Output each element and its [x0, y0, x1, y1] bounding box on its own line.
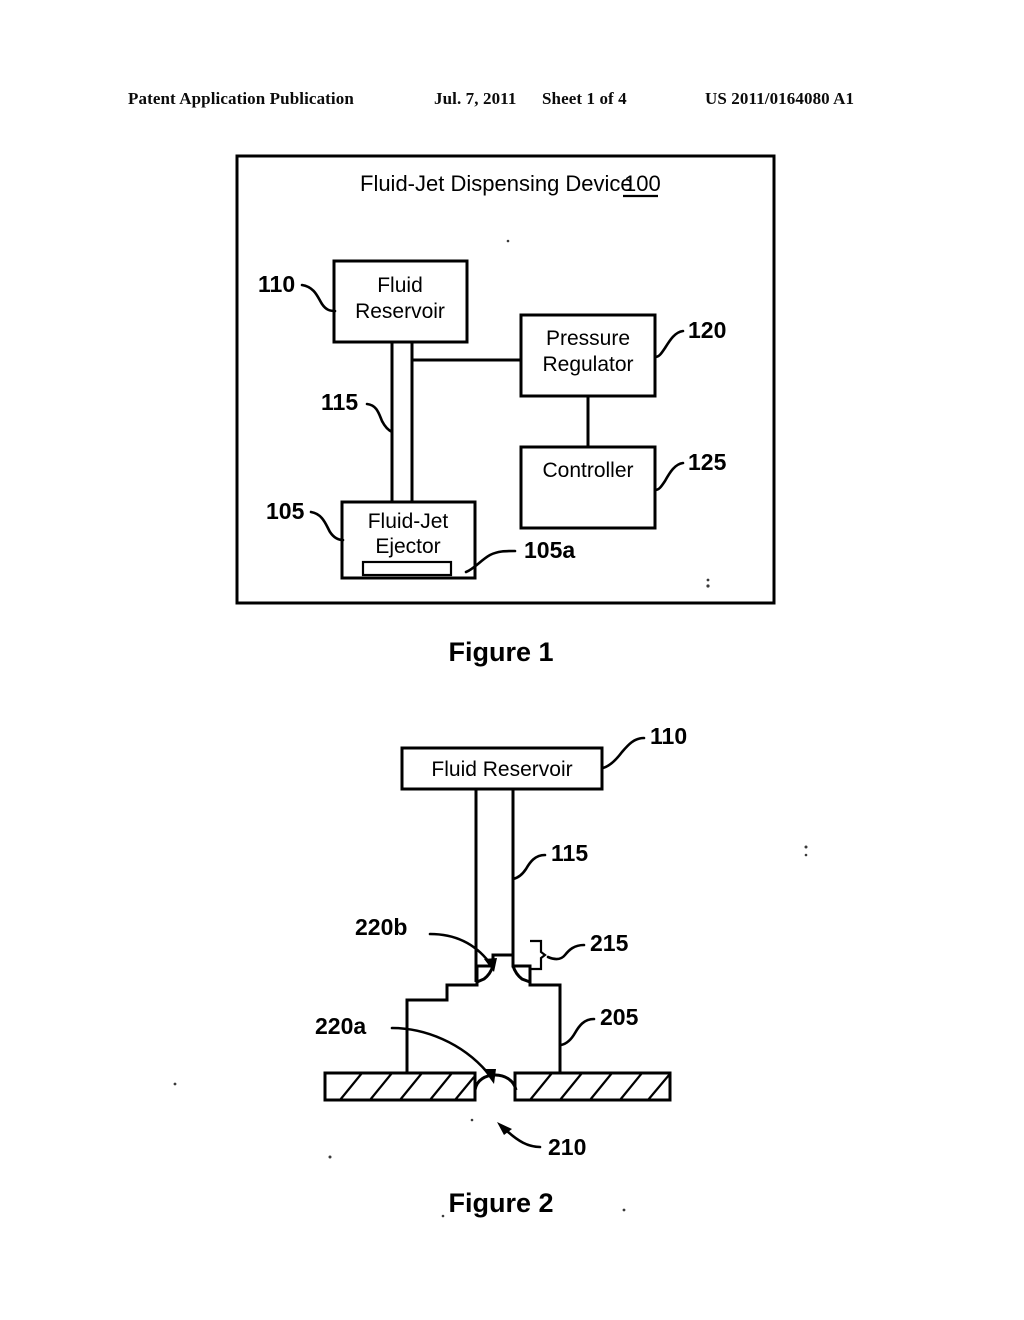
figures-canvas: Fluid-Jet Dispensing Device 100 Fluid Re…: [173, 154, 808, 1218]
figure1-ref-110-leader: [300, 283, 337, 313]
header-document-number-label: US 2011/0164080 A1: [705, 89, 855, 108]
figure2-scan-speck-b: [804, 853, 808, 857]
figure2-scan-speck-c: [173, 1082, 177, 1086]
figure2-ref-220b-arrowhead: [484, 958, 497, 972]
figure2-ref-220a-arrowhead: [483, 1069, 496, 1084]
figure2-fluid-reservoir-label: Fluid Reservoir: [431, 758, 572, 781]
figure1-fluid-jet-ejector-box: [340, 500, 477, 580]
figure-1-group: Fluid-Jet Dispensing Device 100 Fluid Re…: [235, 154, 776, 667]
figure1-scan-speck-b: [706, 578, 710, 582]
figure2-caption: Figure 2: [448, 1188, 553, 1218]
figure2-ref-220a-label: 220a: [315, 1013, 366, 1039]
figure2-ref-215-leader: [546, 943, 586, 961]
figure2-ref-110-leader: [601, 736, 646, 770]
figure1-pressure-regulator-label-line2: Regulator: [542, 353, 633, 376]
figure1-fluid-reservoir-box: [332, 259, 469, 344]
figure2-substrate-right: [513, 1071, 672, 1102]
figure2-ref-210-arrowhead: [497, 1122, 512, 1135]
figure1-fluid-reservoir-label-line1: Fluid: [377, 274, 423, 297]
figure2-ref-215-label: 215: [590, 930, 629, 956]
header-publication-label: Patent Application Publication: [128, 89, 354, 108]
figure2-droplet-shape: [473, 1073, 518, 1091]
figure1-frame-title: Fluid-Jet Dispensing Device: [360, 171, 633, 196]
figure2-scan-speck-d: [328, 1155, 332, 1159]
figure1-ejector-orifice-bar: [361, 560, 453, 577]
patent-sheet: Patent Application Publication Jul. 7, 2…: [0, 0, 1024, 1320]
figure2-nozzle-right-wall: [519, 983, 562, 1075]
figure1-fluid-jet-ejector-label-line2: Ejector: [375, 535, 440, 558]
figure1-ref-125-label: 125: [688, 449, 727, 475]
figure1-ref-120-leader: [653, 329, 685, 359]
figure1-scan-speck-c: [506, 239, 510, 243]
figure2-ref-115-leader: [511, 853, 547, 881]
figure2-substrate-right-outline: [513, 1071, 672, 1102]
figure1-scan-speck-a: [706, 584, 710, 588]
figure2-substrate-left: [323, 1071, 477, 1102]
figure2-ref-205-leader: [559, 1017, 596, 1047]
figure2-ref-220b-leader: [428, 932, 491, 964]
figure2-nozzle-right-profile: [475, 953, 562, 1100]
figure1-ref-120-label: 120: [688, 317, 726, 343]
figure1-ref-105-label: 105: [266, 498, 305, 524]
figure2-ref-220b-label: 220b: [355, 914, 407, 940]
figure1-controller-box: [519, 445, 657, 530]
figure1-system-frame: [235, 154, 776, 605]
figure1-caption: Figure 1: [448, 637, 553, 667]
figure1-ref-115-leader: [365, 402, 394, 434]
figure2-scan-speck-e: [470, 1118, 474, 1122]
figure1-ref-115-label: 115: [321, 389, 358, 415]
figure2-ref-110-label: 110: [650, 723, 687, 749]
figure2-nozzle-throat-left: [476, 965, 495, 984]
header-date-label: Jul. 7, 2011: [434, 89, 517, 108]
figure2-scan-speck-f: [622, 1208, 626, 1212]
sheet-header: Patent Application Publication Jul. 7, 2…: [0, 86, 1024, 112]
figure1-pressure-regulator-box: [519, 313, 657, 398]
figure2-scan-speck-a: [804, 845, 808, 849]
figure2-nozzle-throat-right: [511, 965, 532, 985]
figure1-ref-105-leader: [309, 510, 345, 542]
figure1-ref-110-label: 110: [258, 271, 295, 297]
figure2-ref-220a-leader: [390, 1026, 489, 1074]
figure2-ref-205-label: 205: [600, 1004, 639, 1030]
header-sheet-number-label: Sheet 1 of 4: [542, 89, 627, 108]
figure1-pressure-regulator-label-line1: Pressure: [546, 327, 630, 350]
figure2-ref-115-label: 115: [551, 840, 588, 866]
figure2-ref-210-label: 210: [548, 1134, 586, 1160]
figure2-fluid-reservoir-box: [400, 746, 604, 791]
figure1-fluid-jet-ejector-label-line1: Fluid-Jet: [368, 510, 449, 533]
figure2-orifice-bracket-icon: [530, 939, 547, 971]
figure2-substrate-left-outline: [323, 1071, 477, 1102]
figure1-ref-105a-leader: [464, 549, 517, 574]
figure-2-group: Fluid Reservoir 110 115 205 215 210 220b…: [173, 723, 808, 1218]
figure1-controller-label: Controller: [542, 459, 633, 482]
figure2-nozzle-left-wall: [405, 982, 479, 1075]
figure2-scan-speck-g: [441, 1214, 445, 1218]
figure1-frame-title-ref: 100: [624, 171, 661, 196]
figure2-ref-210-leader: [505, 1129, 542, 1149]
figure1-fluid-reservoir-label-line2: Reservoir: [355, 300, 445, 323]
figure1-ref-125-leader: [653, 461, 685, 492]
figure1-ref-105a-label: 105a: [524, 537, 575, 563]
